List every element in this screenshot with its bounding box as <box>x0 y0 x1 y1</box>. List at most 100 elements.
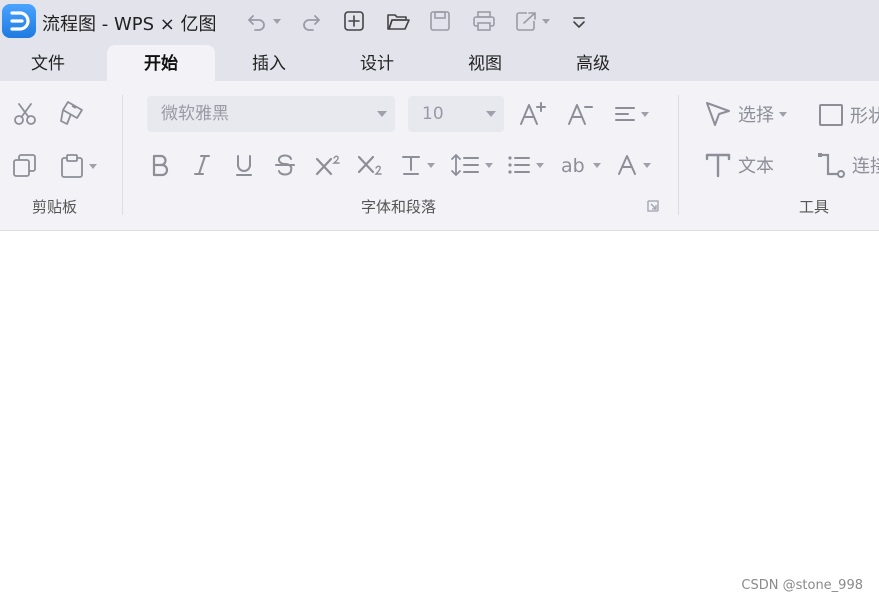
text-style-caret-icon <box>427 162 435 168</box>
undo-caret-icon <box>273 18 281 24</box>
text-tool-button[interactable]: 文本 <box>704 151 774 179</box>
align-caret-icon <box>641 111 649 117</box>
underline-icon <box>236 155 252 176</box>
ribbon-home: 剪贴板 微软雅黑 10 ab 字体和段落 选择 形状 文本 连 工具 <box>0 81 879 231</box>
increase-font-button[interactable] <box>518 101 546 127</box>
wps-edraw-logo-icon <box>2 4 36 38</box>
bullet-list-caret-icon <box>536 162 544 168</box>
shape-tool-button[interactable]: 形状 <box>818 102 879 128</box>
copy-icon <box>13 154 36 177</box>
new-page-icon <box>344 11 364 31</box>
redo-icon <box>303 15 320 31</box>
export-button[interactable] <box>515 8 550 34</box>
group-label-tools: 工具 <box>799 198 830 216</box>
strikethrough-button[interactable] <box>274 153 296 177</box>
more-button[interactable] <box>570 8 588 34</box>
group-separator <box>678 95 679 215</box>
paste-button[interactable] <box>60 153 97 179</box>
bullet-list-icon <box>508 156 530 174</box>
text-tool-icon <box>705 153 731 178</box>
format-painter-button[interactable] <box>58 99 86 127</box>
watermark: CSDN @stone_998 <box>741 578 863 593</box>
tab-file[interactable]: 文件 <box>0 45 102 81</box>
cut-button[interactable] <box>12 101 38 127</box>
open-folder-icon <box>387 14 410 30</box>
line-spacing-caret-icon <box>485 162 493 168</box>
superscript-icon <box>315 155 340 176</box>
text-case-button[interactable]: ab <box>560 153 601 177</box>
bold-icon <box>152 154 169 177</box>
format-painter-icon <box>60 101 83 125</box>
line-spacing-icon <box>451 154 479 176</box>
copy-button[interactable] <box>12 153 38 179</box>
bold-button[interactable] <box>150 153 170 177</box>
italic-icon <box>194 155 210 175</box>
new-page-button[interactable] <box>343 8 365 34</box>
font-family-select[interactable]: 微软雅黑 <box>147 96 395 132</box>
font-color-caret-icon <box>643 162 651 168</box>
tab-home[interactable]: 开始 <box>107 45 215 81</box>
open-button[interactable] <box>386 8 410 34</box>
connector-icon <box>818 153 845 178</box>
align-left-icon <box>615 107 635 121</box>
undo-icon <box>248 15 265 31</box>
underline-button[interactable] <box>233 153 255 177</box>
select-tool-button[interactable]: 选择 <box>704 100 787 128</box>
font-size-select[interactable]: 10 <box>408 96 504 132</box>
connector-tool-button[interactable]: 连接线 <box>816 151 879 179</box>
group-separator <box>122 95 123 215</box>
superscript-button[interactable] <box>314 153 342 177</box>
tab-advanced[interactable]: 高级 <box>539 45 647 81</box>
rectangle-shape-icon <box>819 104 843 126</box>
ribbon-tabs: 文件 开始 插入 设计 视图 高级 <box>0 42 879 81</box>
group-label-font: 字体和段落 <box>361 198 437 216</box>
redo-button[interactable] <box>300 8 322 34</box>
print-button[interactable] <box>472 8 496 34</box>
align-button[interactable] <box>614 105 649 123</box>
font-family-value: 微软雅黑 <box>161 104 229 124</box>
italic-button[interactable] <box>192 153 212 177</box>
select-caret-icon <box>779 111 787 117</box>
text-tool-label: 文本 <box>738 156 774 177</box>
font-color-button[interactable] <box>616 153 651 177</box>
title-bar: 流程图 - WPS × 亿图 <box>0 0 879 42</box>
text-color-icon <box>402 156 420 175</box>
svg-text:ab: ab <box>561 155 585 177</box>
export-icon <box>516 12 536 31</box>
scissors-icon <box>14 103 36 125</box>
tab-design[interactable]: 设计 <box>323 45 431 81</box>
select-tool-label: 选择 <box>738 105 774 126</box>
bullet-list-button[interactable] <box>507 153 544 177</box>
text-case-caret-icon <box>593 162 601 168</box>
export-caret-icon <box>542 18 550 24</box>
text-style-button[interactable] <box>400 153 435 177</box>
paste-caret-icon <box>89 163 97 169</box>
save-icon <box>430 11 450 31</box>
window-title: 流程图 - WPS × 亿图 <box>42 14 217 35</box>
font-decrease-icon <box>568 104 593 125</box>
chevron-down-icon <box>377 111 387 117</box>
save-button[interactable] <box>429 8 451 34</box>
chevron-down-icon <box>486 111 496 117</box>
subscript-button[interactable] <box>356 153 384 177</box>
tab-view[interactable]: 视图 <box>431 45 539 81</box>
tab-insert[interactable]: 插入 <box>215 45 323 81</box>
group-label-clipboard: 剪贴板 <box>32 198 78 216</box>
decrease-font-button[interactable] <box>566 101 594 127</box>
connector-tool-label: 连接线 <box>852 156 879 177</box>
font-dialog-launcher[interactable] <box>646 199 660 213</box>
canvas-area[interactable] <box>0 232 879 603</box>
strikethrough-icon <box>275 154 295 176</box>
line-spacing-button[interactable] <box>450 153 493 177</box>
pointer-icon <box>706 102 730 126</box>
shape-tool-label: 形状 <box>850 106 879 127</box>
dialog-launcher-icon <box>647 200 659 212</box>
font-increase-icon <box>520 102 546 125</box>
font-size-value: 10 <box>422 104 444 124</box>
more-chevron-icon <box>573 17 585 28</box>
font-color-icon <box>618 155 636 175</box>
undo-button[interactable] <box>246 8 281 34</box>
print-icon <box>473 11 495 31</box>
subscript-icon <box>357 155 382 175</box>
clipboard-icon <box>61 154 83 178</box>
